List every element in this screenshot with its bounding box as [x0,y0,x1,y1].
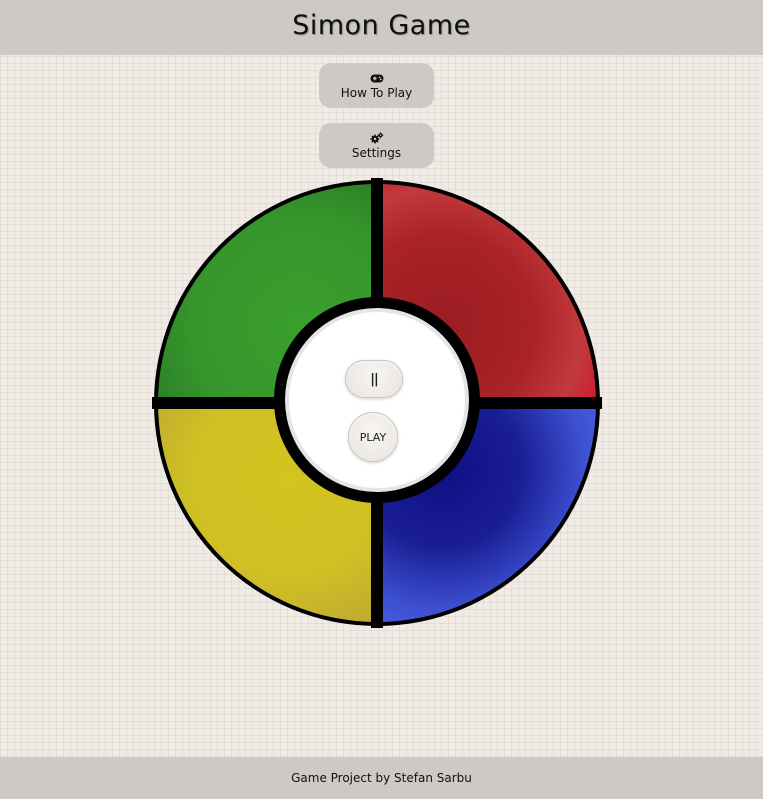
how-to-play-label: How To Play [340,85,413,100]
simon-board: || PLAY [152,178,602,628]
footer-credit: Game Project by Stefan Sarbu [291,771,472,785]
settings-button[interactable]: Settings [319,123,434,168]
settings-label: Settings [351,145,402,160]
gamepad-icon [370,72,384,85]
pause-button[interactable]: || [345,360,403,398]
gears-icon [370,132,384,145]
footer-bar: Game Project by Stefan Sarbu [0,757,763,799]
how-to-play-button[interactable]: How To Play [319,63,434,108]
play-button[interactable]: PLAY [348,412,398,462]
page-title: Simon Game [292,10,471,41]
header-bar: Simon Game [0,0,763,55]
